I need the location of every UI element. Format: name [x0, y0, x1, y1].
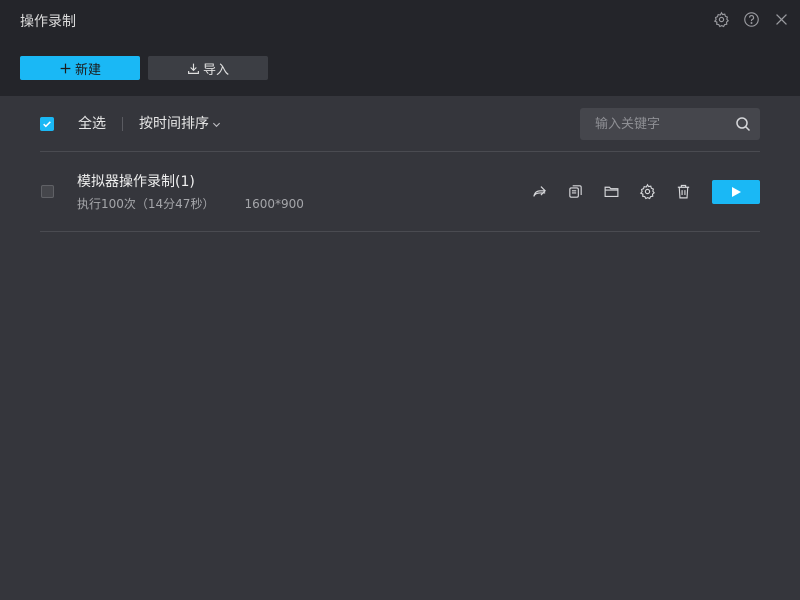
- check-icon: [43, 121, 51, 128]
- resolution: 1600*900: [244, 197, 304, 211]
- sort-label: 按时间排序: [139, 116, 209, 132]
- toolbar-divider: [122, 117, 123, 131]
- item-checkbox[interactable]: [41, 185, 54, 198]
- search-icon[interactable]: [735, 116, 751, 132]
- share-icon[interactable]: [530, 182, 548, 200]
- settings-icon[interactable]: [638, 182, 656, 200]
- download-icon: [188, 63, 199, 74]
- chevron-down-icon: [212, 122, 221, 127]
- window-controls: [712, 10, 790, 28]
- search-input[interactable]: [580, 108, 730, 140]
- import-button-label: 导入: [202, 62, 229, 78]
- folder-icon[interactable]: [602, 182, 620, 200]
- gear-icon[interactable]: [712, 10, 730, 28]
- recording-name: 模拟器操作录制(1): [77, 174, 195, 190]
- item-actions: [530, 182, 692, 200]
- window-title: 操作录制: [20, 14, 76, 30]
- search-box: [580, 108, 760, 140]
- list-item[interactable]: 模拟器操作录制(1) 执行100次（14分47秒） 1600*900: [40, 152, 760, 231]
- header-bar: 操作录制 新建 导入: [0, 0, 800, 96]
- list-separator-bottom: [40, 231, 760, 232]
- trash-icon[interactable]: [674, 182, 692, 200]
- close-icon[interactable]: [772, 10, 790, 28]
- new-button-label: 新建: [74, 62, 101, 78]
- run-info: 执行100次（14分47秒）: [77, 197, 215, 211]
- copy-icon[interactable]: [566, 182, 584, 200]
- select-all-label[interactable]: 全选: [78, 114, 106, 134]
- new-button[interactable]: 新建: [20, 56, 140, 80]
- recording-meta: 执行100次（14分47秒） 1600*900: [77, 195, 304, 213]
- plus-icon: [60, 63, 71, 73]
- import-button[interactable]: 导入: [148, 56, 268, 80]
- help-icon[interactable]: [742, 10, 760, 28]
- sort-dropdown[interactable]: 按时间排序: [139, 114, 221, 134]
- play-icon: [732, 187, 741, 197]
- list-toolbar: 全选 按时间排序: [40, 108, 760, 140]
- play-button[interactable]: [712, 180, 760, 204]
- select-all-checkbox[interactable]: [40, 117, 54, 131]
